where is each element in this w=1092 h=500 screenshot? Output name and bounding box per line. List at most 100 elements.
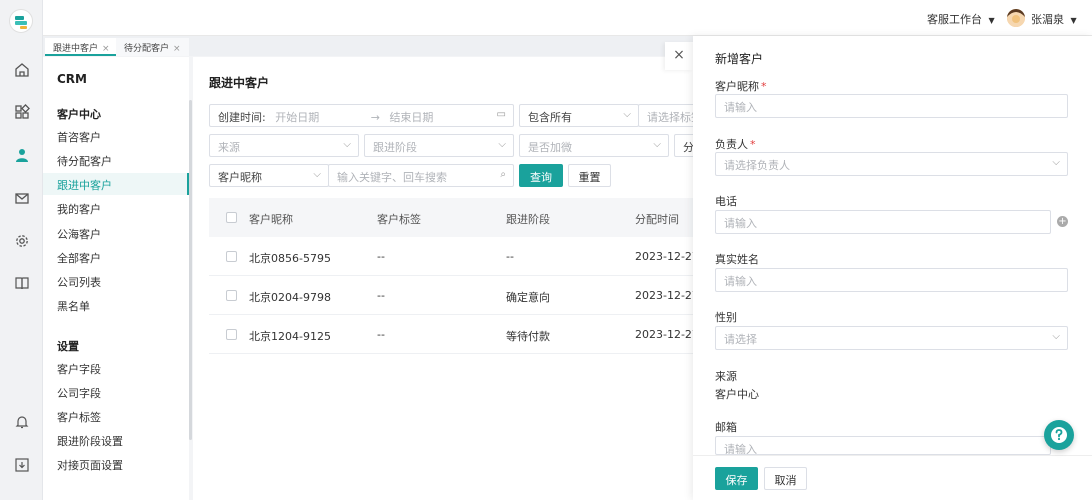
question-icon [1051, 427, 1067, 443]
realname-input[interactable]: 请输入 [715, 268, 1068, 292]
reset-button[interactable]: 重置 [568, 164, 611, 187]
app-title: CRM [57, 72, 87, 86]
tab-pending-customers[interactable]: 待分配客户 × [116, 38, 189, 56]
email-label: 邮箱 [715, 421, 737, 434]
calendar-icon: ▭ [496, 109, 506, 120]
nickname-label-text: 客户昵称 [715, 80, 759, 93]
download-icon[interactable] [12, 455, 32, 475]
chevron-down-icon: ⌵ [623, 109, 631, 120]
sidebar-group-settings: 设置 [57, 340, 79, 353]
include-value: 包含所有 [528, 111, 572, 124]
sidebar-item-company-fields[interactable]: 公司字段 [43, 381, 189, 403]
sidebar-item-following[interactable]: 跟进中客户 [43, 173, 189, 195]
sidebar-item-company-list[interactable]: 公司列表 [43, 270, 189, 292]
include-select[interactable]: 包含所有 ⌵ [519, 104, 639, 127]
drawer-close-button[interactable]: × [665, 42, 693, 70]
save-button[interactable]: 保存 [715, 467, 758, 490]
sidebar-item-stage-settings[interactable]: 跟进阶段设置 [43, 429, 189, 451]
cancel-button[interactable]: 取消 [764, 467, 807, 490]
date-range-picker[interactable]: 创建时间: 开始日期 → 结束日期 ▭ [209, 104, 514, 127]
caret-down-icon: ▼ [1070, 16, 1077, 25]
row-checkbox[interactable] [226, 251, 237, 262]
top-bar: 客服工作台 ▼ 张湄泉 ▼ [43, 0, 1092, 36]
grid-icon[interactable] [12, 102, 32, 122]
column-header: 客户昵称 [249, 213, 293, 226]
column-header: 分配时间 [635, 213, 679, 226]
search-input[interactable]: 输入关键字、回车搜索 ⌕ [328, 164, 514, 187]
table-cell: -- [506, 250, 514, 263]
chevron-down-icon: ⌵ [1052, 157, 1060, 168]
email-input[interactable]: 请输入 [715, 436, 1051, 455]
search-icon: ⌕ [500, 169, 506, 180]
table-row[interactable]: 北京1204-9125 -- 等待付款 2023-12-27 1 [209, 315, 709, 354]
stage-select[interactable]: 跟进阶段 ⌵ [364, 134, 514, 157]
logo-icon[interactable] [9, 9, 33, 33]
sidebar-item-customer-fields[interactable]: 客户字段 [43, 357, 189, 379]
customer-icon[interactable] [12, 145, 32, 165]
wechat-select[interactable]: 是否加微 ⌵ [519, 134, 669, 157]
table-cell: -- [377, 289, 385, 302]
source-select[interactable]: 来源 ⌵ [209, 134, 359, 157]
required-mark: * [750, 138, 756, 151]
caret-down-icon: ▼ [988, 16, 995, 25]
home-icon[interactable] [12, 60, 32, 80]
close-icon[interactable]: × [102, 44, 110, 54]
sidebar-item-page-settings[interactable]: 对接页面设置 [43, 453, 189, 475]
customer-table: 客户昵称 客户标签 跟进阶段 分配时间 北京0856-5795 -- -- 20… [209, 198, 709, 354]
tag-select[interactable]: 请选择标签 [638, 104, 698, 127]
help-button[interactable] [1044, 420, 1074, 450]
nickname-input[interactable]: 请输入 [715, 94, 1068, 118]
phone-input[interactable]: 请输入 [715, 210, 1051, 234]
row-checkbox[interactable] [226, 329, 237, 340]
book-icon[interactable] [12, 273, 32, 293]
sidebar-item-customer-tags[interactable]: 客户标签 [43, 405, 189, 427]
chevron-down-icon: ⌵ [313, 169, 321, 180]
sidebar-item-blacklist[interactable]: 黑名单 [43, 294, 189, 316]
sidebar-item-all-customers[interactable]: 全部客户 [43, 246, 189, 268]
chevron-down-icon: ⌵ [498, 139, 506, 150]
table-cell: 确定意向 [506, 291, 550, 304]
avatar[interactable] [1007, 9, 1025, 27]
owner-select[interactable]: 请选择负责人 ⌵ [715, 152, 1068, 176]
close-icon: × [673, 47, 685, 63]
drawer-title: 新增客户 [715, 52, 764, 66]
close-icon[interactable]: × [173, 44, 181, 54]
table-cell: 等待付款 [506, 330, 550, 343]
mail-icon[interactable] [12, 188, 32, 208]
chevron-down-icon: ⌵ [1052, 331, 1060, 342]
username: 张湄泉 [1031, 13, 1064, 26]
sidebar-item-public-pool[interactable]: 公海客户 [43, 222, 189, 244]
field-select[interactable]: 客户昵称 ⌵ [209, 164, 329, 187]
select-all-checkbox[interactable] [226, 212, 237, 223]
row-checkbox[interactable] [226, 290, 237, 301]
sidebar-item-my-customers[interactable]: 我的客户 [43, 197, 189, 219]
start-date-placeholder: 开始日期 [275, 111, 320, 124]
column-header: 客户标签 [377, 213, 421, 226]
nickname-label: 客户昵称 * [715, 78, 767, 94]
sidebar: CRM 客户中心 首咨客户 待分配客户 跟进中客户 我的客户 公海客户 全部客户… [43, 57, 189, 500]
realname-label: 真实姓名 [715, 253, 759, 266]
table-row[interactable]: 北京0204-9798 -- 确定意向 2023-12-27 1 [209, 276, 709, 315]
sidebar-item-first-consult[interactable]: 首咨客户 [43, 125, 189, 147]
stage-placeholder: 跟进阶段 [373, 141, 417, 154]
add-phone-icon[interactable]: + [1057, 216, 1068, 227]
gear-icon[interactable] [12, 231, 32, 251]
workspace-switcher[interactable]: 客服工作台 ▼ [927, 11, 995, 27]
page-title: 跟进中客户 [209, 76, 270, 90]
phone-label: 电话 [715, 195, 737, 208]
tab-following-customers[interactable]: 跟进中客户 × [45, 38, 118, 56]
chevron-down-icon: ⌵ [653, 139, 661, 150]
bell-icon[interactable] [12, 412, 32, 432]
gender-select[interactable]: 请选择 ⌵ [715, 326, 1068, 350]
sidebar-item-pending[interactable]: 待分配客户 [43, 149, 189, 171]
new-customer-drawer: 新增客户 客户昵称 * 请输入 负责人 * 请选择负责人 ⌵ 电话 请输入 + 真实… [693, 36, 1092, 500]
owner-placeholder: 请选择负责人 [724, 159, 790, 172]
query-button[interactable]: 查询 [519, 164, 563, 187]
user-menu[interactable]: 张湄泉 ▼ [1031, 11, 1077, 27]
table-cell: 北京0856-5795 [249, 252, 331, 265]
table-row[interactable]: 北京0856-5795 -- -- 2023-12-27 1 [209, 237, 709, 276]
owner-label-text: 负责人 [715, 138, 748, 151]
tab-bar: 跟进中客户 × 待分配客户 × [43, 36, 693, 56]
sidebar-scrollbar[interactable] [189, 100, 192, 440]
column-header: 跟进阶段 [506, 213, 550, 226]
